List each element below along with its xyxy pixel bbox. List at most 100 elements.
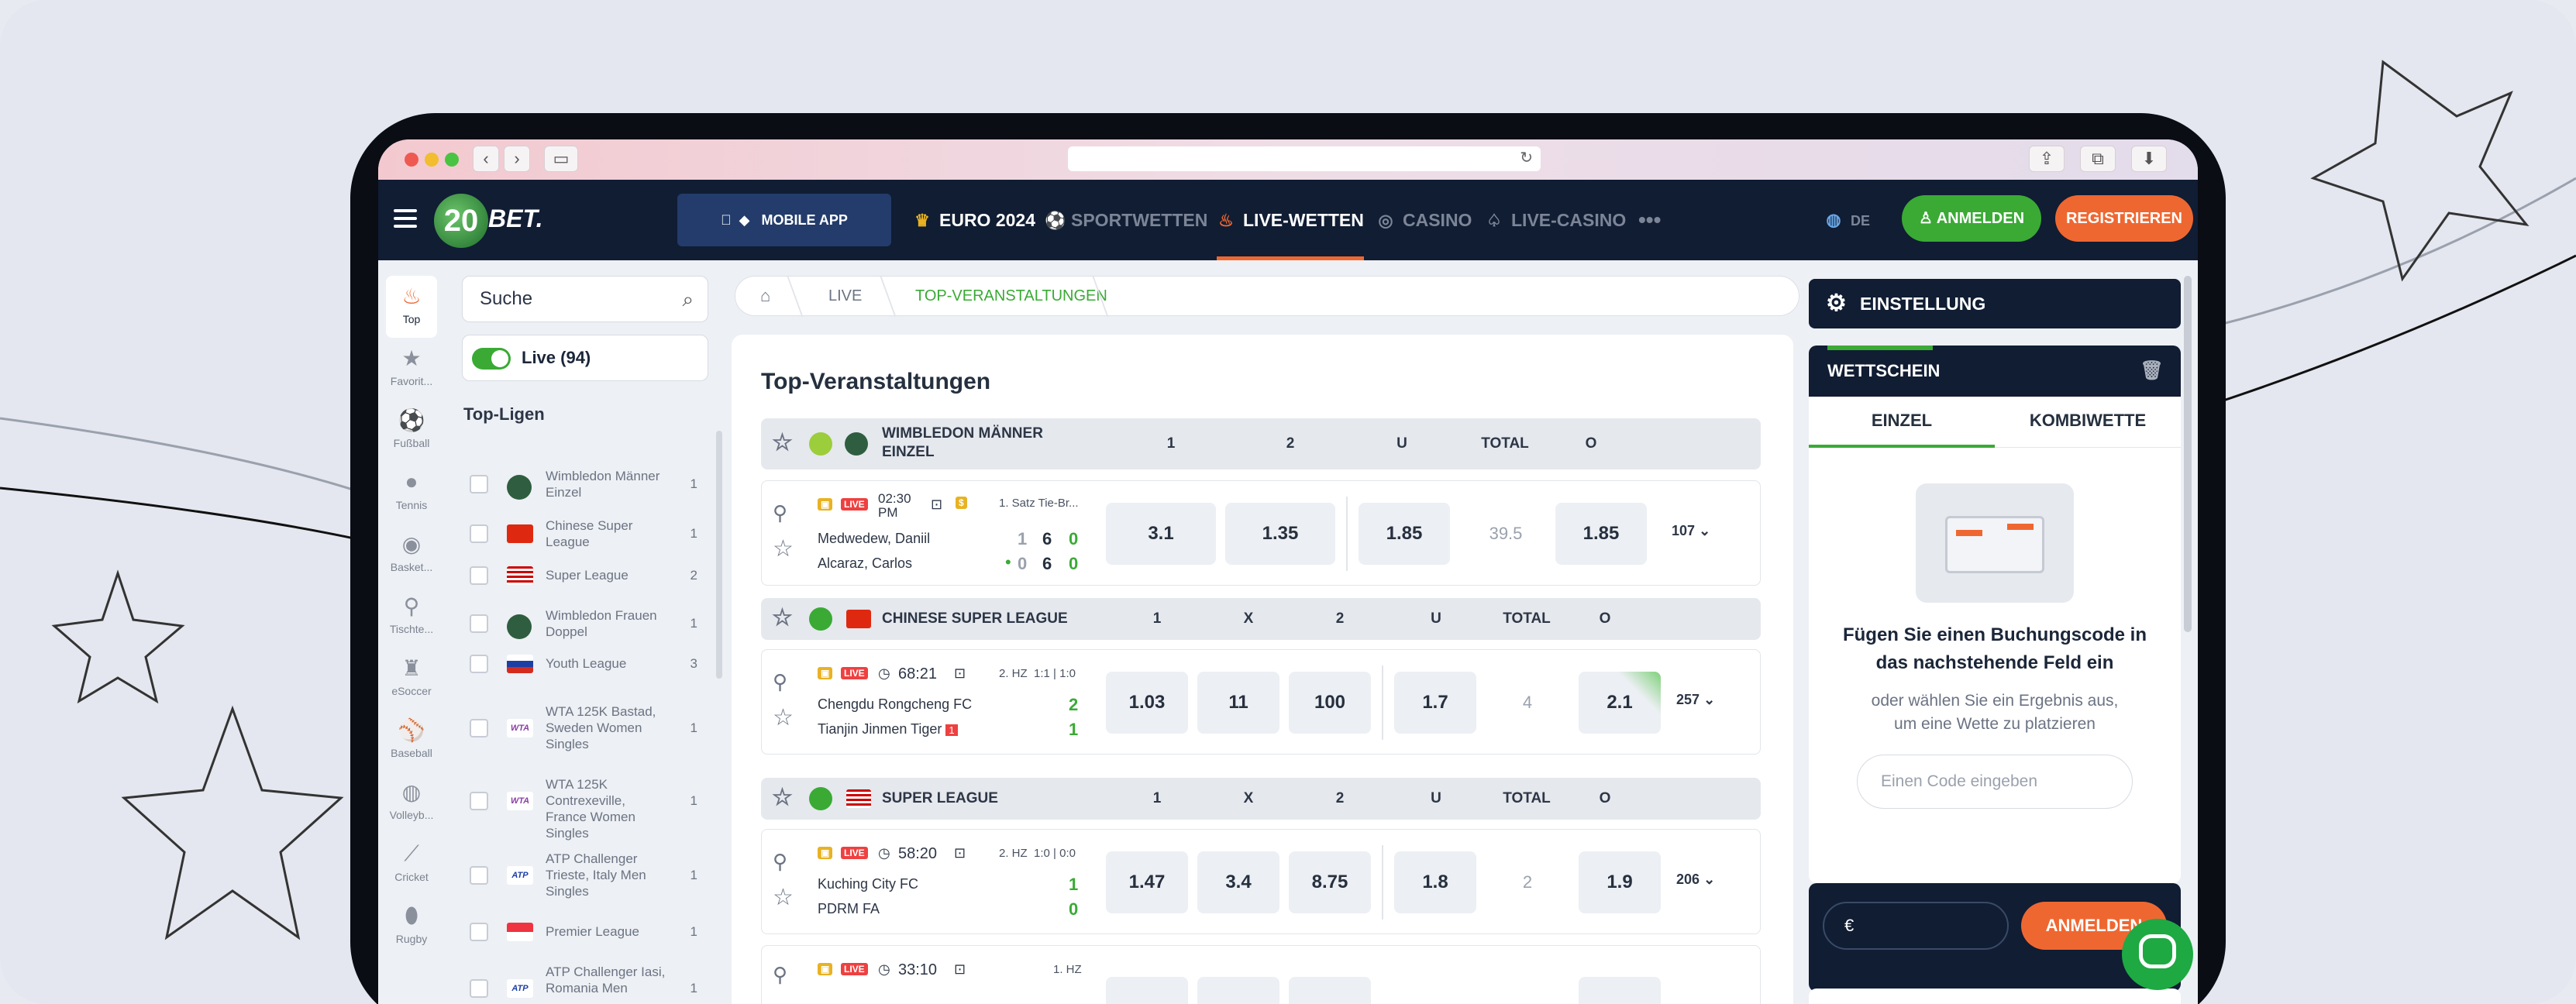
settings-bar[interactable]: ⚙ EINSTELLUNG	[1809, 279, 2181, 328]
league-checkbox[interactable]	[470, 979, 488, 998]
odd-button[interactable]: 1.35	[1225, 503, 1335, 565]
odd-button[interactable]	[1106, 977, 1188, 1004]
match-row[interactable]: ⚲ ☆ ▣ LIVE ◷ 68:21 ⊡ 2. HZ 1:1 | 1:0 Che…	[761, 649, 1761, 755]
league-checkbox[interactable]	[470, 614, 488, 633]
pin-icon[interactable]: ⚲	[773, 501, 787, 525]
odd-button[interactable]: 1.85	[1359, 503, 1450, 565]
sport-tab-table-tennis[interactable]: ⚲ Tischte...	[386, 586, 437, 648]
odd-button[interactable]: 8.75	[1289, 851, 1371, 913]
logo-icon[interactable]: 20	[434, 194, 488, 248]
pin-icon[interactable]: ⚲	[773, 963, 787, 987]
sport-tab-fire[interactable]: ♨ Top	[386, 276, 437, 338]
download-icon[interactable]: ⬇	[2131, 146, 2167, 172]
page-scrollbar[interactable]	[2184, 276, 2192, 632]
menu-icon[interactable]	[394, 209, 417, 228]
favorite-star-icon[interactable]: ☆	[772, 604, 793, 631]
league-checkbox[interactable]	[470, 566, 488, 585]
sport-tab-baseball[interactable]: ⚾ Baseball	[386, 710, 437, 772]
more-menu-icon[interactable]: •••	[1638, 180, 1661, 260]
live-filter[interactable]: Live (94)	[462, 335, 708, 381]
odd-button[interactable]	[1197, 977, 1279, 1004]
breadcrumb-top-events[interactable]: TOP-VERANSTALTUNGEN	[915, 277, 1107, 315]
sidebar-toggle-icon[interactable]: ▭	[544, 146, 578, 172]
minimize-window-icon[interactable]	[425, 153, 439, 167]
odd-button[interactable]: 1.47	[1106, 851, 1188, 913]
back-icon[interactable]: ‹	[473, 146, 499, 172]
pin-icon[interactable]: ⚲	[773, 850, 787, 874]
nav-sportwetten[interactable]: ⚽ SPORTWETTEN	[1045, 180, 1207, 260]
match-row[interactable]: ⚲ ☆ ▣ LIVE ◷ 58:20 ⊡ 2. HZ 1:0 | 0:0 Kuc…	[761, 829, 1761, 934]
video-icon[interactable]: ⊡	[954, 961, 966, 978]
favorite-star-icon[interactable]: ☆	[773, 884, 794, 911]
odd-button[interactable]: 2.1	[1579, 672, 1661, 734]
odd-button[interactable]: 100	[1289, 672, 1371, 734]
league-checkbox[interactable]	[470, 866, 488, 885]
sidebar-scrollbar[interactable]	[716, 431, 722, 679]
favorite-star-icon[interactable]: ☆	[772, 429, 793, 456]
language-selector[interactable]: ◍ DE	[1824, 180, 1870, 260]
booking-code-input[interactable]: Einen Code eingeben	[1857, 755, 2133, 809]
forward-icon[interactable]: ›	[504, 146, 530, 172]
close-window-icon[interactable]	[405, 153, 418, 167]
nav-live-casino[interactable]: ♤ LIVE-CASINO	[1485, 180, 1626, 260]
home-icon[interactable]: ⌂	[760, 286, 770, 306]
odd-button[interactable]	[1289, 977, 1371, 1004]
more-markets-button[interactable]: 107 ⌄	[1672, 523, 1710, 539]
search-input[interactable]: Suche ⌕	[462, 276, 708, 322]
trash-icon[interactable]: 🗑	[2140, 346, 2164, 397]
odd-button[interactable]: 3.1	[1106, 503, 1216, 565]
live-toggle[interactable]	[472, 348, 511, 370]
sport-tab-tennis[interactable]: ● Tennis	[386, 462, 437, 524]
nav-euro-2024[interactable]: ♛ EURO 2024	[913, 180, 1035, 260]
odd-button[interactable]: 1.9	[1579, 851, 1661, 913]
odd-button[interactable]: 3.4	[1197, 851, 1279, 913]
nav-live-wetten[interactable]: ♨ LIVE-WETTEN	[1217, 180, 1364, 260]
live-badge: LIVE	[841, 667, 868, 679]
league-checkbox[interactable]	[470, 923, 488, 941]
sport-tab-esoccer[interactable]: ♜ eSoccer	[386, 648, 437, 710]
odd-button[interactable]: 1.03	[1106, 672, 1188, 734]
share-icon[interactable]: ⇪	[2029, 146, 2065, 172]
sport-tab-cricket[interactable]: ⟋ Cricket	[386, 834, 437, 896]
tabs-icon[interactable]: ⧉	[2080, 146, 2116, 172]
mobile-app-button[interactable]:  ◆ MOBILE APP	[677, 194, 891, 246]
league-checkbox[interactable]	[470, 524, 488, 543]
sport-tab-football[interactable]: ⚽ Fußball	[386, 400, 437, 462]
more-markets-button[interactable]: 257 ⌄	[1676, 692, 1715, 708]
favorite-star-icon[interactable]: ☆	[773, 704, 794, 731]
video-icon[interactable]: ⊡	[954, 845, 966, 861]
tab-single[interactable]: EINZEL	[1809, 397, 1995, 448]
favorite-star-icon[interactable]: ☆	[773, 535, 794, 562]
league-checkbox[interactable]	[470, 475, 488, 493]
favorite-star-icon[interactable]: ☆	[772, 784, 793, 811]
odd-button[interactable]: 11	[1197, 672, 1279, 734]
odd-button[interactable]: 1.7	[1394, 672, 1476, 734]
nav-casino[interactable]: ◎ CASINO	[1376, 180, 1472, 260]
league-checkbox[interactable]	[470, 792, 488, 810]
sport-tab-star[interactable]: ★ Favorit...	[386, 338, 437, 400]
stake-input[interactable]: €	[1823, 902, 2009, 950]
match-row[interactable]: ⚲ ▣ LIVE ◷ 33:10 ⊡ 1. HZ	[761, 945, 1761, 1004]
pin-icon[interactable]: ⚲	[773, 670, 787, 694]
sport-tab-rugby[interactable]: ⬮ Rugby	[386, 896, 437, 958]
breadcrumb-live[interactable]: LIVE	[828, 277, 862, 315]
odd-button[interactable]	[1579, 977, 1661, 1004]
logo-text[interactable]: BET.	[488, 205, 543, 233]
login-button[interactable]: ♙ ANMELDEN	[1902, 195, 2041, 242]
sport-tab-volleyball[interactable]: ◍ Volleyb...	[386, 772, 437, 834]
odd-button[interactable]: 1.85	[1555, 503, 1647, 565]
league-checkbox[interactable]	[470, 719, 488, 738]
video-icon[interactable]: ⊡	[954, 665, 966, 682]
address-bar[interactable]: ↻	[1068, 146, 1541, 171]
odd-button[interactable]: 1.8	[1394, 851, 1476, 913]
match-row[interactable]: ⚲ ☆ ▣ LIVE 02:30 PM ⊡ $ 1. Satz Tie-Br..…	[761, 480, 1761, 586]
league-checkbox[interactable]	[470, 655, 488, 673]
tab-combo[interactable]: KOMBIWETTE	[1995, 397, 2181, 445]
more-markets-button[interactable]: 206 ⌄	[1676, 872, 1715, 888]
reload-icon[interactable]: ↻	[1520, 148, 1533, 167]
video-icon[interactable]: ⊡	[931, 497, 942, 513]
chat-button[interactable]	[2122, 919, 2193, 990]
sport-tab-basketball[interactable]: ◉ Basket...	[386, 524, 437, 586]
maximize-window-icon[interactable]	[445, 153, 459, 167]
register-button[interactable]: REGISTRIEREN	[2055, 195, 2193, 242]
